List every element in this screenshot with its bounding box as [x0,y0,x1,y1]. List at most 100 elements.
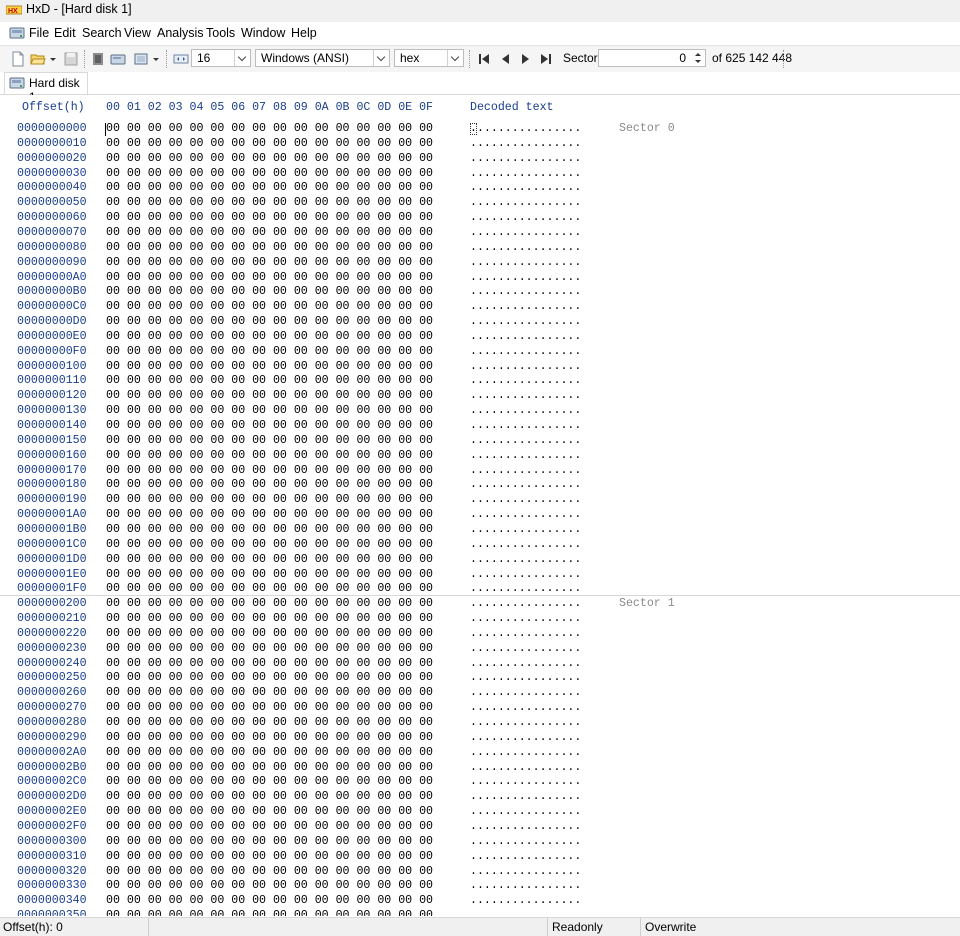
hex-row[interactable]: 0000000350 00 00 00 00 00 00 00 00 00 00 … [0,909,960,916]
row-decoded-text[interactable]: ................ [470,701,581,714]
hex-row[interactable]: 0000000300 00 00 00 00 00 00 00 00 00 00 … [0,835,960,850]
row-decoded-text[interactable]: ................ [470,464,581,477]
row-decoded-text[interactable]: ................ [470,746,581,759]
hex-row[interactable]: 0000000280 00 00 00 00 00 00 00 00 00 00 … [0,716,960,731]
previous-sector-icon[interactable] [497,51,513,67]
row-bytes[interactable]: 00 00 00 00 00 00 00 00 00 00 00 00 00 0… [106,226,433,239]
hex-row[interactable]: 00000000E0 00 00 00 00 00 00 00 00 00 00 … [0,330,960,345]
row-decoded-text[interactable]: ................ [470,582,581,595]
hex-row[interactable]: 0000000310 00 00 00 00 00 00 00 00 00 00 … [0,850,960,865]
hex-row[interactable]: 0000000220 00 00 00 00 00 00 00 00 00 00 … [0,627,960,642]
row-decoded-text[interactable]: ................ [470,167,581,180]
row-bytes[interactable]: 00 00 00 00 00 00 00 00 00 00 00 00 00 0… [106,434,433,447]
hex-row[interactable]: 0000000090 00 00 00 00 00 00 00 00 00 00 … [0,256,960,271]
hex-row[interactable]: 0000000030 00 00 00 00 00 00 00 00 00 00 … [0,167,960,182]
row-bytes[interactable]: 00 00 00 00 00 00 00 00 00 00 00 00 00 0… [106,315,433,328]
row-bytes[interactable]: 00 00 00 00 00 00 00 00 00 00 00 00 00 0… [106,241,433,254]
row-bytes[interactable]: 00 00 00 00 00 00 00 00 00 00 00 00 00 0… [106,538,433,551]
row-decoded-text[interactable]: ................ [470,271,581,284]
hex-row[interactable]: 00000002F0 00 00 00 00 00 00 00 00 00 00 … [0,820,960,835]
row-decoded-text[interactable]: ................ [470,790,581,803]
hex-row[interactable]: 0000000320 00 00 00 00 00 00 00 00 00 00 … [0,865,960,880]
hex-editor[interactable]: Offset(h) 00 01 02 03 04 05 06 07 08 09 … [0,95,960,916]
hex-row[interactable]: 00000001E0 00 00 00 00 00 00 00 00 00 00 … [0,568,960,583]
row-bytes[interactable]: 00 00 00 00 00 00 00 00 00 00 00 00 00 0… [106,523,433,536]
row-bytes[interactable]: 00 00 00 00 00 00 00 00 00 00 00 00 00 0… [106,508,433,521]
row-decoded-text[interactable]: ................ [470,775,581,788]
hex-row[interactable]: 0000000160 00 00 00 00 00 00 00 00 00 00 … [0,449,960,464]
row-decoded-text[interactable]: ................ [470,241,581,254]
menu-search[interactable]: Search [82,26,122,40]
row-decoded-text[interactable]: ................ [470,627,581,640]
row-bytes[interactable]: 00 00 00 00 00 00 00 00 00 00 00 00 00 0… [106,553,433,566]
row-bytes[interactable]: 00 00 00 00 00 00 00 00 00 00 00 00 00 0… [106,137,433,150]
row-decoded-text[interactable]: ................ [470,137,581,150]
row-decoded-text[interactable]: ................ [470,226,581,239]
hex-row[interactable]: 0000000140 00 00 00 00 00 00 00 00 00 00 … [0,419,960,434]
first-sector-icon[interactable] [476,51,492,67]
row-bytes[interactable]: 00 00 00 00 00 00 00 00 00 00 00 00 00 0… [106,746,433,759]
hex-row[interactable]: 0000000270 00 00 00 00 00 00 00 00 00 00 … [0,701,960,716]
hex-row[interactable]: 0000000050 00 00 00 00 00 00 00 00 00 00 … [0,196,960,211]
row-decoded-text[interactable]: ................ [470,716,581,729]
hex-row[interactable]: 0000000260 00 00 00 00 00 00 00 00 00 00 … [0,686,960,701]
row-bytes[interactable]: 00 00 00 00 00 00 00 00 00 00 00 00 00 0… [106,167,433,180]
row-decoded-text[interactable]: ................ [470,122,581,135]
row-bytes[interactable]: 00 00 00 00 00 00 00 00 00 00 00 00 00 0… [106,820,433,833]
row-decoded-text[interactable]: ................ [470,256,581,269]
menu-edit[interactable]: Edit [54,26,76,40]
row-bytes[interactable]: 00 00 00 00 00 00 00 00 00 00 00 00 00 0… [106,865,433,878]
hex-row[interactable]: 00000000C0 00 00 00 00 00 00 00 00 00 00 … [0,300,960,315]
row-decoded-text[interactable]: ................ [470,152,581,165]
hex-row[interactable]: 00000000A0 00 00 00 00 00 00 00 00 00 00 … [0,271,960,286]
row-decoded-text[interactable]: ................ [470,419,581,432]
row-decoded-text[interactable]: ................ [470,820,581,833]
row-bytes[interactable]: 00 00 00 00 00 00 00 00 00 00 00 00 00 0… [106,404,433,417]
hex-row[interactable]: 00000000F0 00 00 00 00 00 00 00 00 00 00 … [0,345,960,360]
row-bytes[interactable]: 00 00 00 00 00 00 00 00 00 00 00 00 00 0… [106,181,433,194]
row-decoded-text[interactable]: ................ [470,404,581,417]
row-bytes[interactable]: 00 00 00 00 00 00 00 00 00 00 00 00 00 0… [106,879,433,892]
hex-row[interactable]: 00000001B0 00 00 00 00 00 00 00 00 00 00 … [0,523,960,538]
row-bytes[interactable]: 00 00 00 00 00 00 00 00 00 00 00 00 00 0… [106,701,433,714]
row-decoded-text[interactable]: ................ [470,315,581,328]
hex-row[interactable]: 00000002B0 00 00 00 00 00 00 00 00 00 00 … [0,761,960,776]
chevron-down-icon[interactable] [447,50,463,66]
row-bytes[interactable]: 00 00 00 00 00 00 00 00 00 00 00 00 00 0… [106,389,433,402]
hex-row[interactable]: 0000000040 00 00 00 00 00 00 00 00 00 00 … [0,181,960,196]
hex-row[interactable]: 0000000110 00 00 00 00 00 00 00 00 00 00 … [0,374,960,389]
row-bytes[interactable]: 00 00 00 00 00 00 00 00 00 00 00 00 00 0… [106,211,433,224]
hex-row[interactable]: 00000000B0 00 00 00 00 00 00 00 00 00 00 … [0,285,960,300]
row-bytes[interactable]: 00 00 00 00 00 00 00 00 00 00 00 00 00 0… [106,256,433,269]
chevron-down-icon[interactable] [373,50,389,66]
row-bytes[interactable]: 00 00 00 00 00 00 00 00 00 00 00 00 00 0… [106,731,433,744]
row-decoded-text[interactable]: ................ [470,523,581,536]
row-bytes[interactable]: 00 00 00 00 00 00 00 00 00 00 00 00 00 0… [106,122,433,135]
row-bytes[interactable]: 00 00 00 00 00 00 00 00 00 00 00 00 00 0… [106,790,433,803]
hex-row[interactable]: 0000000200 00 00 00 00 00 00 00 00 00 00 … [0,597,960,612]
hex-row[interactable]: 00000002E0 00 00 00 00 00 00 00 00 00 00 … [0,805,960,820]
hex-row[interactable]: 0000000240 00 00 00 00 00 00 00 00 00 00 … [0,657,960,672]
open-dropdown-icon[interactable] [48,51,58,67]
display-mode-combo[interactable]: hex [394,49,464,67]
hex-row[interactable]: 00000002C0 00 00 00 00 00 00 00 00 00 00 … [0,775,960,790]
row-decoded-text[interactable]: ................ [470,345,581,358]
row-decoded-text[interactable]: ................ [470,805,581,818]
row-decoded-text[interactable]: ................ [470,642,581,655]
hex-row[interactable]: 0000000060 00 00 00 00 00 00 00 00 00 00 … [0,211,960,226]
row-decoded-text[interactable]: ................ [470,211,581,224]
row-bytes[interactable]: 00 00 00 00 00 00 00 00 00 00 00 00 00 0… [106,374,433,387]
row-bytes[interactable]: 00 00 00 00 00 00 00 00 00 00 00 00 00 0… [106,909,433,916]
hex-row[interactable]: 00000001D0 00 00 00 00 00 00 00 00 00 00 … [0,553,960,568]
hex-row[interactable]: 0000000230 00 00 00 00 00 00 00 00 00 00 … [0,642,960,657]
next-sector-icon[interactable] [518,51,534,67]
row-decoded-text[interactable]: ................ [470,657,581,670]
row-decoded-text[interactable]: ................ [470,196,581,209]
row-bytes[interactable]: 00 00 00 00 00 00 00 00 00 00 00 00 00 0… [106,360,433,373]
row-bytes[interactable]: 00 00 00 00 00 00 00 00 00 00 00 00 00 0… [106,196,433,209]
hex-row[interactable]: 0000000010 00 00 00 00 00 00 00 00 00 00 … [0,137,960,152]
row-bytes[interactable]: 00 00 00 00 00 00 00 00 00 00 00 00 00 0… [106,449,433,462]
row-decoded-text[interactable]: ................ [470,671,581,684]
row-bytes[interactable]: 00 00 00 00 00 00 00 00 00 00 00 00 00 0… [106,285,433,298]
hex-row[interactable]: 0000000330 00 00 00 00 00 00 00 00 00 00 … [0,879,960,894]
